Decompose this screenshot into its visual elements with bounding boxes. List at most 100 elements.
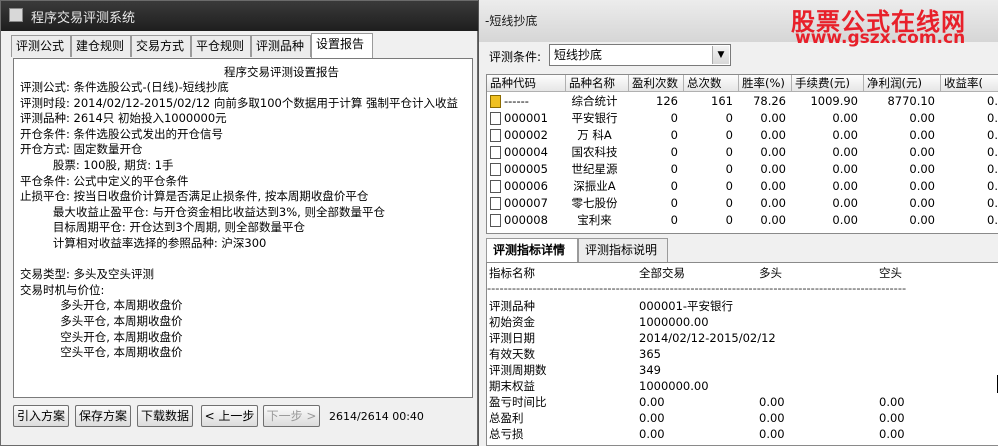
report-line: 评测公式: 条件选股公式-(日线)-短线抄底 [20, 80, 229, 94]
report-line: 计算相对收益率选择的参照品种: 沪深300 [20, 236, 267, 250]
table-row[interactable]: 000004 国农科技 0 0 0.00 0.00 0.00 0. [487, 144, 998, 161]
report-line: 空头开仓, 本周期收盘价 [20, 329, 183, 344]
detail-cell: 评测日期 [489, 331, 535, 345]
table-cell: 0.00 [832, 162, 858, 176]
table-cell: 国农科技 [571, 145, 618, 159]
detail-cell: 有效天数 [489, 347, 535, 361]
window-title: 程序交易评测系统 [31, 11, 136, 26]
table-cell: 8770.10 [887, 94, 935, 108]
table-cell: 0.00 [760, 179, 786, 193]
detail-cell: 1000000.00 [639, 379, 709, 393]
table-cell: 0. [987, 179, 998, 193]
table-cell: 0.00 [909, 145, 935, 159]
import-plan-button[interactable]: 引入方案 [13, 405, 69, 427]
chevron-down-icon[interactable]: ▼ [712, 46, 729, 64]
detail-cell: 0.00 [639, 395, 665, 409]
document-icon [490, 146, 501, 159]
table-cell: 0. [987, 213, 998, 227]
report-line: 止损平仓: 按当日收盘价计算是否满足止损条件, 按本周期收盘价平仓 [20, 189, 369, 204]
progress-status: 2614/2614 00:40 [329, 410, 424, 423]
tab-close-rules[interactable]: 平仓规则 [191, 35, 251, 57]
report-line: 交易类型: 多头及空头评测 [20, 267, 155, 282]
prev-step-button[interactable]: < 上一步 [201, 405, 258, 427]
report-line: 股票: 100股, 期货: 1手 [20, 158, 174, 172]
table-cell: 0.00 [760, 213, 786, 227]
column-header[interactable]: 品种名称 [566, 75, 629, 92]
table-row[interactable]: 000007 零七股份 0 0 0.00 0.00 0.00 0. [487, 195, 998, 212]
detail-cell: 0.00 [759, 411, 785, 425]
tab-metric-explanation[interactable]: 评测指标说明 [578, 238, 668, 262]
detail-cell: 期末权益 [489, 379, 535, 393]
table-cell: 平安银行 [571, 111, 618, 125]
tab-instruments[interactable]: 评测品种 [251, 35, 311, 57]
settings-report-panel: 程序交易评测设置报告 评测公式: 条件选股公式-(日线)-短线抄底 评测时段: 2… [13, 58, 473, 398]
table-cell: 0 [725, 145, 733, 159]
column-header[interactable]: 品种代码 [487, 75, 566, 92]
column-header[interactable]: 收益率( [941, 75, 998, 92]
table-cell: 0. [987, 162, 998, 176]
site-logo-url: www.gszx.com.cn [795, 28, 966, 48]
table-row[interactable]: 000001 平安银行 0 0 0.00 0.00 0.00 0. [487, 110, 998, 127]
table-cell: 0. [987, 145, 998, 159]
title-bar[interactable]: 程序交易评测系统 [1, 1, 479, 31]
column-header[interactable]: 总次数 [684, 75, 739, 92]
report-line: 目标周期平仓: 开仓达到3个周期, 则全部数量平仓 [20, 220, 306, 235]
detail-cell: 365 [639, 347, 661, 361]
condition-label: 评测条件: [489, 50, 542, 64]
table-cell: 万 科A [577, 128, 612, 142]
column-header[interactable]: 净利润(元) [864, 75, 941, 92]
next-step-button[interactable]: 下一步 > [263, 405, 320, 427]
detail-column-header: 多头 [759, 266, 782, 280]
condition-value: 短线抄底 [554, 48, 603, 62]
table-cell: 世纪星源 [571, 162, 618, 176]
detail-column-header: 全部交易 [639, 266, 685, 280]
table-row[interactable]: 000002 万 科A 0 0 0.00 0.00 0.00 0. [487, 127, 998, 144]
document-icon [490, 112, 501, 125]
table-cell: 000005 [504, 162, 548, 176]
detail-cell: 总盈利 [489, 411, 524, 425]
table-cell: 0.00 [760, 196, 786, 210]
detail-cell: 评测品种 [489, 299, 535, 313]
table-row[interactable]: ------ 综合统计 126 161 78.26 1009.90 8770.10 0. [487, 93, 998, 110]
column-header[interactable]: 胜率(%) [739, 75, 792, 92]
table-cell: 0 [725, 213, 733, 227]
table-cell: 000001 [504, 111, 548, 125]
report-line: 评测时段: 2014/02/12-2015/02/12 向前多取100个数据用于… [20, 95, 459, 110]
results-title-bar[interactable]: -短线抄底 股票公式在线网 www.gszx.com.cn [479, 0, 998, 48]
document-icon [490, 163, 501, 176]
table-row[interactable]: 000006 深振业A 0 0 0.00 0.00 0.00 0. [487, 178, 998, 195]
column-header[interactable]: 盈利次数 [629, 75, 684, 92]
condition-select[interactable]: 短线抄底 ▼ [549, 44, 731, 66]
tab-settings-report[interactable]: 设置报告 [311, 33, 373, 58]
table-cell: 0.00 [832, 128, 858, 142]
report-line: 开仓条件: 条件选股公式发出的开仓信号 [20, 126, 224, 141]
tab-metric-details[interactable]: 评测指标详情 [486, 238, 578, 262]
save-plan-button[interactable]: 保存方案 [75, 405, 131, 427]
tab-trade-mode[interactable]: 交易方式 [131, 35, 191, 57]
column-header[interactable]: 手续费(元) [792, 75, 864, 92]
detail-cell: 盈亏时间比 [489, 395, 547, 409]
table-cell: 零七股份 [571, 196, 618, 210]
detail-cell: 0.00 [639, 427, 665, 441]
table-cell: 0.00 [909, 111, 935, 125]
document-icon [490, 197, 501, 210]
report-title: 程序交易评测设置报告 [224, 65, 339, 79]
table-cell: 0 [725, 196, 733, 210]
download-data-button[interactable]: 下载数据 [137, 405, 193, 427]
table-row[interactable]: 000008 宝利来 0 0 0.00 0.00 0.00 0. [487, 212, 998, 229]
table-cell: 深振业A [573, 179, 616, 193]
table-cell: 0 [670, 128, 678, 142]
results-table[interactable]: 品种代码 品种名称 盈利次数 总次数 胜率(%) 手续费(元) 净利润(元) 收益率( ---… [486, 74, 998, 234]
table-cell: 0 [670, 213, 678, 227]
report-line: 评测品种: 2614只 初始投入1000000元 [20, 111, 227, 126]
detail-cell: 0.00 [639, 411, 665, 425]
table-cell: 000002 [504, 128, 548, 142]
detail-cell: 1000000.00 [639, 315, 709, 329]
tab-formula[interactable]: 评测公式 [11, 35, 71, 57]
detail-separator: ----------------------------------------… [487, 281, 907, 295]
table-cell: 0 [670, 111, 678, 125]
table-row[interactable]: 000005 世纪星源 0 0 0.00 0.00 0.00 0. [487, 161, 998, 178]
table-cell: 0.00 [760, 128, 786, 142]
tab-open-rules[interactable]: 建仓规则 [71, 35, 131, 57]
table-cell: 161 [711, 94, 733, 108]
